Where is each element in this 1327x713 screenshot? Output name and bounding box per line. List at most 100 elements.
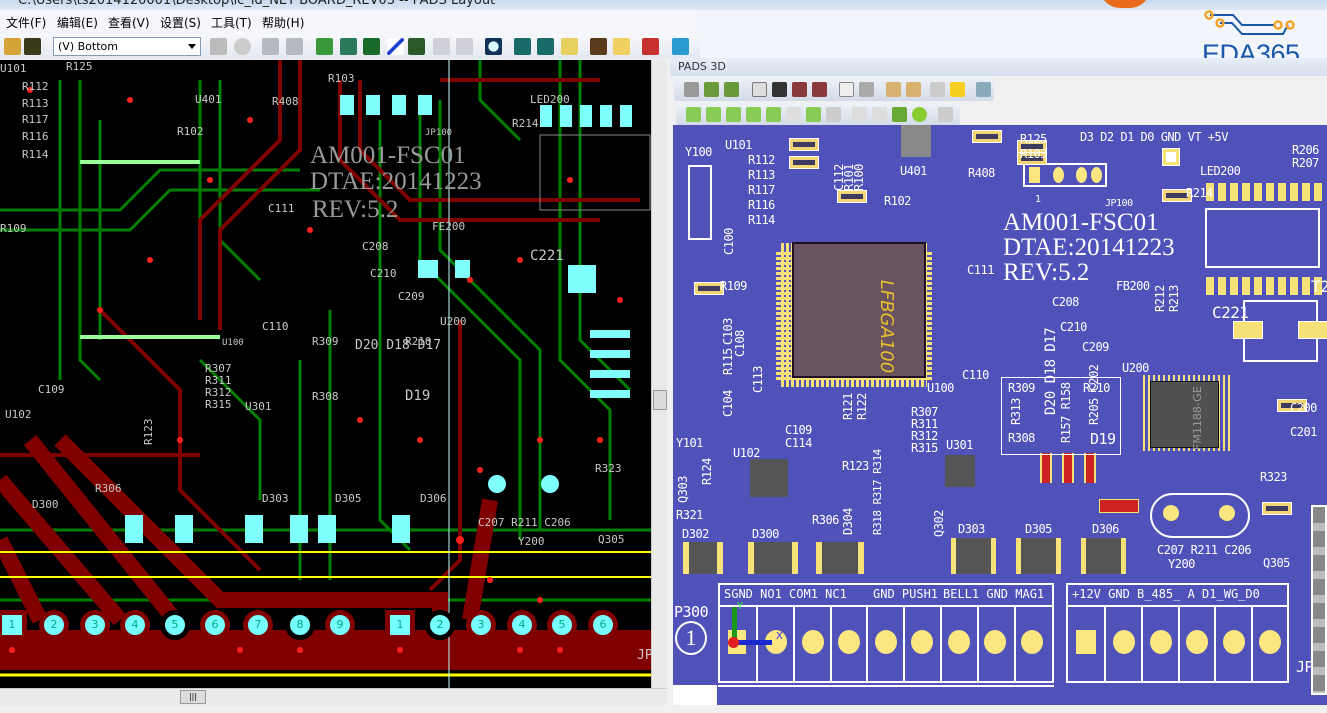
print-icon[interactable] [859, 82, 874, 97]
pads3d-viewport[interactable]: LFBGA100 FM1188-GE U101 Y100 R112 R113 R… [673, 125, 1327, 705]
ref-label: R157 R158 [1059, 382, 1073, 443]
library-export-icon[interactable] [812, 82, 827, 97]
component-icon[interactable] [684, 82, 699, 97]
settings-icon[interactable] [976, 82, 991, 97]
layers-icon[interactable] [316, 38, 333, 55]
pcb-layout-canvas[interactable]: U101 R125 R103 R112 R113 R117 R116 R114 … [0, 60, 651, 688]
view-left-icon[interactable] [746, 107, 761, 122]
pad-number: 3 [477, 618, 485, 631]
board-icon[interactable] [363, 38, 380, 55]
rotate-view-icon[interactable] [537, 38, 554, 55]
clearance-icon[interactable] [930, 82, 945, 97]
measure-diagonal-icon[interactable] [906, 82, 921, 97]
ref-label: U102 [5, 408, 32, 421]
pad-p300-2[interactable]: 2 [39, 610, 69, 640]
export-icon[interactable] [724, 82, 739, 97]
pad-p300-8[interactable]: 8 [285, 610, 315, 640]
save-icon[interactable] [24, 38, 41, 55]
pads3d-toolbar-2 [676, 103, 960, 126]
chip-icon[interactable] [772, 82, 787, 97]
pad-p300-3[interactable]: 3 [80, 610, 110, 640]
pad-jp1-4[interactable]: 4 [507, 610, 537, 640]
properties-icon[interactable] [210, 38, 227, 55]
pad-p300-1[interactable]: 1 [0, 610, 27, 640]
pad-jp1-5[interactable]: 5 [547, 610, 577, 640]
pad-jp1-1[interactable]: 1 [385, 610, 415, 640]
zoom-icon[interactable] [485, 38, 502, 55]
pad-number: 5 [171, 618, 179, 631]
p300-pin1-marker: 1 [675, 621, 707, 655]
ref-label: D305 [1025, 522, 1052, 536]
ref-label: R309 [312, 335, 339, 348]
import-icon[interactable] [704, 82, 719, 97]
codec-chip[interactable]: FM1188-GE [1150, 381, 1219, 450]
preview-icon[interactable] [839, 82, 854, 97]
pad-number: 9 [336, 618, 344, 631]
menu-tools[interactable]: 工具(T) [211, 14, 252, 31]
brush-icon[interactable] [561, 38, 578, 55]
view-top-icon[interactable] [706, 107, 721, 122]
pin-pad [948, 630, 970, 654]
pad-p300-5[interactable]: 5 [160, 610, 190, 640]
gear-icon[interactable] [262, 38, 279, 55]
menu-edit[interactable]: 编辑(E) [57, 14, 98, 31]
cluster-icon[interactable] [408, 38, 425, 55]
warning-icon[interactable] [950, 82, 965, 97]
menu-setup[interactable]: 设置(S) [160, 14, 201, 31]
prev-view-icon[interactable] [806, 107, 821, 122]
view-back-icon[interactable] [786, 107, 801, 122]
menu-help[interactable]: 帮助(H) [262, 14, 304, 31]
connector-p300[interactable]: SGND NO1 COM1 NC1 GND PUSH1 BELL1 GND MA… [718, 583, 1054, 683]
mcu-chip[interactable]: LFBGA100 [792, 242, 926, 378]
circuit-logo-icon [1204, 10, 1295, 35]
zoom-area-icon[interactable] [892, 107, 907, 122]
pad-p300-9[interactable]: 9 [325, 610, 355, 640]
layer-select[interactable]: (V) Bottom [53, 37, 201, 56]
pad-p300-6[interactable]: 6 [200, 610, 230, 640]
fit-icon[interactable] [852, 107, 867, 122]
pad-jp1-2[interactable]: 2 [425, 610, 455, 640]
c221-pad [1298, 321, 1327, 339]
horizontal-scrollbar[interactable]: ||| [0, 688, 667, 705]
pad-number: 4 [131, 618, 139, 631]
hammer-icon[interactable] [590, 38, 607, 55]
select-icon[interactable] [872, 107, 887, 122]
pad-p300-7[interactable]: 7 [243, 610, 273, 640]
measure-icon[interactable] [886, 82, 901, 97]
vertical-scrollbar[interactable] [651, 60, 667, 688]
ref-label: R214 [1186, 186, 1213, 200]
undo-icon[interactable] [433, 38, 450, 55]
ref-label: C210 [370, 267, 397, 280]
side-connector [1311, 505, 1327, 695]
resistor [1262, 502, 1292, 515]
view-3d-icon[interactable] [514, 38, 531, 55]
ref-label: R100 [852, 164, 866, 191]
route-icon[interactable] [387, 38, 404, 55]
verify-icon[interactable] [642, 38, 659, 55]
window-title: C:\Users\ts2014120001\Desktop\lc_ld_NET … [18, 0, 496, 8]
horizontal-scroll-thumb[interactable]: ||| [180, 690, 206, 704]
menu-file[interactable]: 文件(F) [6, 14, 46, 31]
vertical-scroll-thumb[interactable] [653, 390, 667, 410]
properties-icon[interactable] [752, 82, 767, 97]
router-icon[interactable] [672, 38, 689, 55]
pad-jp1-6[interactable]: 6 [588, 610, 618, 640]
view-front-icon[interactable] [726, 107, 741, 122]
rotate-icon[interactable] [912, 107, 927, 122]
redo-icon[interactable] [456, 38, 473, 55]
next-view-icon[interactable] [826, 107, 841, 122]
pad-number: 1 [396, 618, 404, 631]
pour-icon[interactable] [340, 38, 357, 55]
connector-jp1[interactable]: +12V GND B_485_ A D1_WG_D0 [1066, 583, 1289, 683]
gear-disabled-icon[interactable] [286, 38, 303, 55]
library-import-icon[interactable] [792, 82, 807, 97]
view-iso-icon[interactable] [686, 107, 701, 122]
view-right-icon[interactable] [766, 107, 781, 122]
pad-p300-4[interactable]: 4 [120, 610, 150, 640]
menu-view[interactable]: 查看(V) [108, 14, 150, 31]
window-icon[interactable] [613, 38, 630, 55]
open-icon[interactable] [4, 38, 21, 55]
refresh-icon[interactable] [234, 38, 251, 55]
pad-jp1-3[interactable]: 3 [466, 610, 496, 640]
cut-x-icon[interactable] [938, 107, 953, 122]
